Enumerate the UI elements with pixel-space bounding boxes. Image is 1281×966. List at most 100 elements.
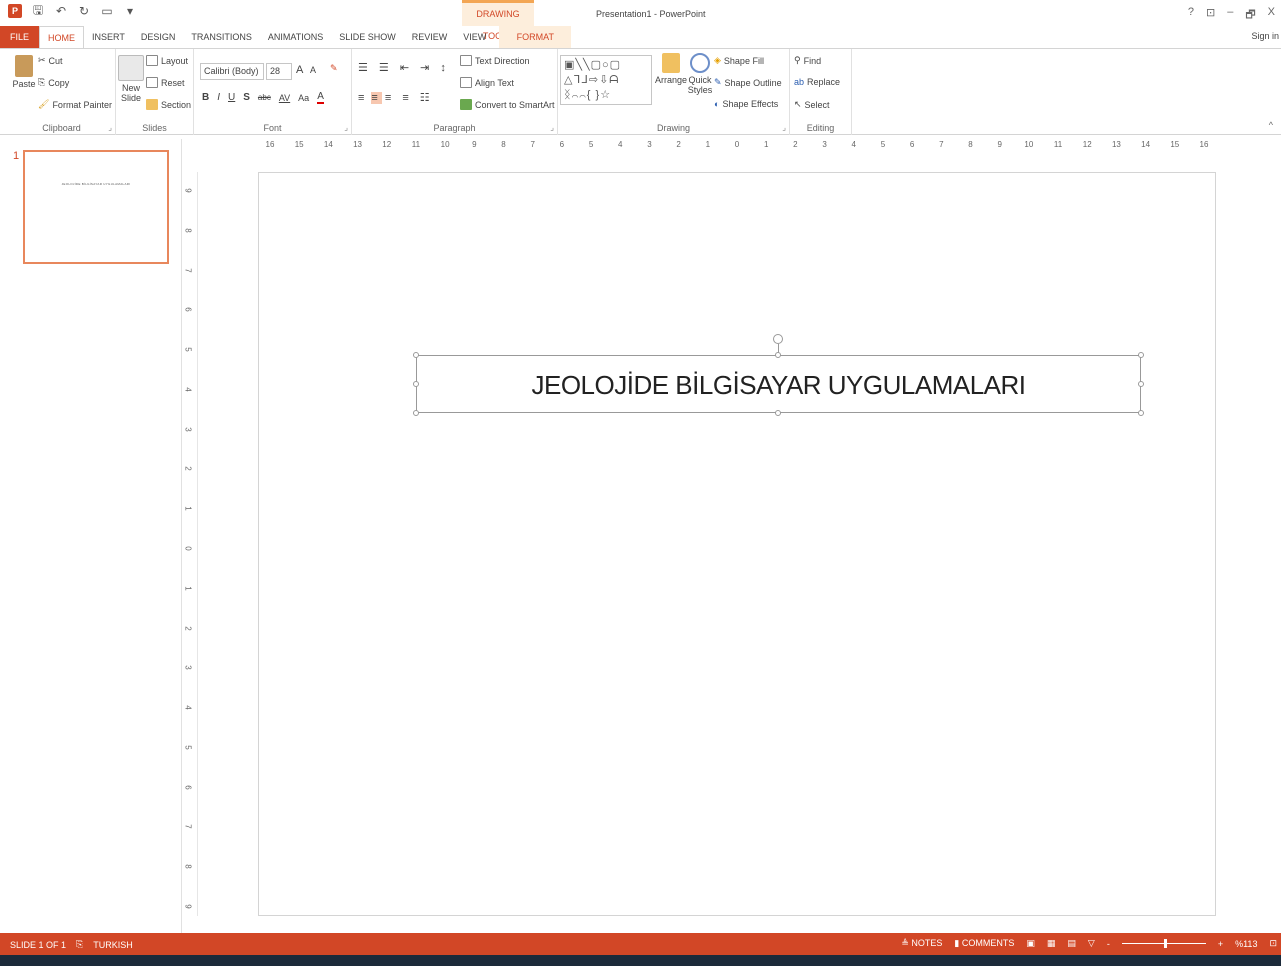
replace-button[interactable]: ab Replace [794, 77, 840, 87]
center-align-button[interactable]: ≡ [371, 91, 382, 104]
tab-home[interactable]: HOME [39, 26, 85, 48]
list-buttons[interactable]: ☰ ☰ ⇤ ⇥ ↕ [358, 61, 450, 74]
tab-view[interactable]: VIEW [455, 26, 494, 48]
dialog-launcher-icon[interactable]: ⌟ [782, 123, 786, 132]
slide-title[interactable]: JEOLOJİDE BİLGİSAYAR UYGULAMALARI [417, 356, 1140, 412]
font-family-combo[interactable]: Calibri (Body) [200, 63, 264, 80]
select-button[interactable]: ↖ Select [794, 99, 830, 110]
slide-sorter-icon[interactable]: ▦ [1047, 938, 1056, 949]
text-direction-button[interactable]: Text Direction [460, 55, 530, 66]
convert-smartart-button[interactable]: Convert to SmartArt [460, 99, 555, 110]
align-text-button[interactable]: Align Text [460, 77, 514, 88]
font-size-combo[interactable]: 28 [266, 63, 292, 80]
slide-thumbnail[interactable]: JEOLOJİDE BİLGİSAYAR UYGULAMALARI [23, 150, 169, 264]
save-icon[interactable]: 🖫 [31, 3, 45, 18]
tab-animations[interactable]: ANIMATIONS [260, 26, 331, 48]
normal-view-icon[interactable]: ▣ [1026, 938, 1035, 949]
zoom-level[interactable]: %113 [1235, 939, 1257, 949]
resize-handle-top-left[interactable] [413, 352, 419, 358]
slide-canvas[interactable] [258, 172, 1216, 916]
section-button[interactable]: Section [146, 99, 191, 110]
format-painter-button[interactable]: 🖌 Format Painter [38, 99, 112, 110]
grow-font-button[interactable]: A [296, 64, 303, 76]
resize-handle-bottom-right[interactable] [1138, 410, 1144, 416]
reading-view-icon[interactable]: ▤ [1067, 938, 1076, 949]
shapes-gallery[interactable]: ▣╲╲▢○▢ △ᒣᒧ⇨⇩ᗩ ᛝ⌒⌒{ }☆ [560, 55, 652, 105]
dialog-launcher-icon[interactable]: ⌟ [108, 123, 112, 132]
zoom-out-button[interactable]: - [1107, 939, 1110, 949]
redo-icon[interactable]: ↻ [77, 4, 91, 18]
customize-qat-icon[interactable]: ▾ [123, 4, 137, 18]
dialog-launcher-icon[interactable]: ⌟ [344, 123, 348, 132]
new-slide-button[interactable]: New Slide [118, 55, 144, 103]
align-text-icon [460, 77, 472, 88]
ruler-tick: 10 [440, 140, 450, 149]
font-color-button[interactable]: A [317, 91, 324, 104]
undo-icon[interactable]: ↶ [54, 4, 68, 18]
italic-button[interactable]: I [217, 92, 220, 103]
paste-button[interactable]: Paste [10, 55, 38, 89]
ruler-tick: 12 [1082, 140, 1092, 149]
arrange-button[interactable]: Arrange [654, 53, 688, 85]
dialog-launcher-icon[interactable]: ⌟ [550, 123, 554, 132]
copy-button[interactable]: ⎘ Copy [38, 77, 69, 88]
zoom-slider-thumb[interactable] [1163, 939, 1167, 948]
restore-button[interactable]: 🗗 [1245, 6, 1255, 25]
resize-handle-top-right[interactable] [1138, 352, 1144, 358]
tab-file[interactable]: FILE [0, 26, 40, 48]
bold-button[interactable]: B [202, 92, 209, 103]
tab-review[interactable]: REVIEW [404, 26, 456, 48]
quick-styles-button[interactable]: Quick Styles [684, 53, 716, 95]
layout-button[interactable]: Layout [146, 55, 188, 66]
spelling-check-icon[interactable]: ⎘ [76, 939, 83, 950]
ruler-tick: 4 [183, 387, 193, 392]
help-button[interactable]: ? [1188, 6, 1194, 25]
ruler-tick: 4 [618, 140, 623, 149]
resize-handle-bottom-left[interactable] [413, 410, 419, 416]
resize-handle-bottom[interactable] [775, 410, 781, 416]
change-case-button[interactable]: Aa [298, 93, 309, 103]
resize-handle-right[interactable] [1138, 381, 1144, 387]
tab-slide-show[interactable]: SLIDE SHOW [331, 26, 404, 48]
reset-button[interactable]: Reset [146, 77, 185, 88]
comments-button[interactable]: ▮ COMMENTS [954, 938, 1014, 949]
sign-in-link[interactable]: Sign in [1251, 31, 1279, 41]
clear-formatting-icon[interactable]: ✎ [330, 63, 338, 74]
document-title: Presentation1 - PowerPoint [596, 9, 706, 19]
shape-fill-button[interactable]: ◈ Shape Fill [714, 55, 764, 66]
rotation-handle[interactable] [773, 334, 783, 344]
slide-show-icon[interactable]: ▽ [1088, 938, 1095, 949]
zoom-in-button[interactable]: + [1218, 939, 1223, 949]
find-button[interactable]: ⚲ Find [794, 55, 821, 66]
title-placeholder[interactable]: JEOLOJİDE BİLGİSAYAR UYGULAMALARI [416, 355, 1141, 413]
shape-effects-button[interactable]: ◐ Shape Effects [714, 99, 778, 109]
character-spacing-button[interactable]: AV [279, 93, 290, 103]
language-status[interactable]: TURKISH [93, 940, 133, 950]
font-group: Calibri (Body) 28 A A ✎ B I U S abc AV A… [194, 49, 352, 135]
resize-handle-left[interactable] [413, 381, 419, 387]
close-button[interactable]: X [1268, 6, 1275, 25]
collapse-ribbon-icon[interactable]: ^ [1269, 120, 1273, 130]
resize-handle-top[interactable] [775, 352, 781, 358]
shadow-button[interactable]: S [243, 92, 250, 103]
tab-insert[interactable]: INSERT [84, 26, 133, 48]
shrink-font-button[interactable]: A [310, 65, 316, 75]
slide-count-status[interactable]: SLIDE 1 OF 1 [10, 940, 66, 950]
tab-format[interactable]: FORMAT [499, 26, 572, 48]
shape-outline-button[interactable]: ✎ Shape Outline [714, 77, 782, 88]
strikethrough-button[interactable]: abc [258, 93, 271, 102]
scissors-icon: ✂ [38, 55, 46, 65]
ruler-tick: 16 [265, 140, 275, 149]
ribbon-display-options-icon[interactable]: ⊡ [1206, 6, 1215, 25]
paint-bucket-icon: ◈ [714, 55, 721, 65]
zoom-slider[interactable] [1121, 939, 1206, 948]
tab-transitions[interactable]: TRANSITIONS [183, 26, 260, 48]
underline-button[interactable]: U [228, 92, 235, 103]
tab-design[interactable]: DESIGN [133, 26, 184, 48]
notes-button[interactable]: ≜ NOTES [901, 938, 942, 949]
start-from-beginning-icon[interactable]: ▭ [100, 4, 114, 18]
cut-button[interactable]: ✂ Cut [38, 55, 63, 66]
fit-to-window-icon[interactable]: ⊡ [1269, 938, 1277, 949]
minimize-button[interactable]: – [1227, 6, 1233, 25]
alignment-buttons[interactable]: ≡ ≡ ≡ ≡ ☷ [358, 91, 434, 104]
